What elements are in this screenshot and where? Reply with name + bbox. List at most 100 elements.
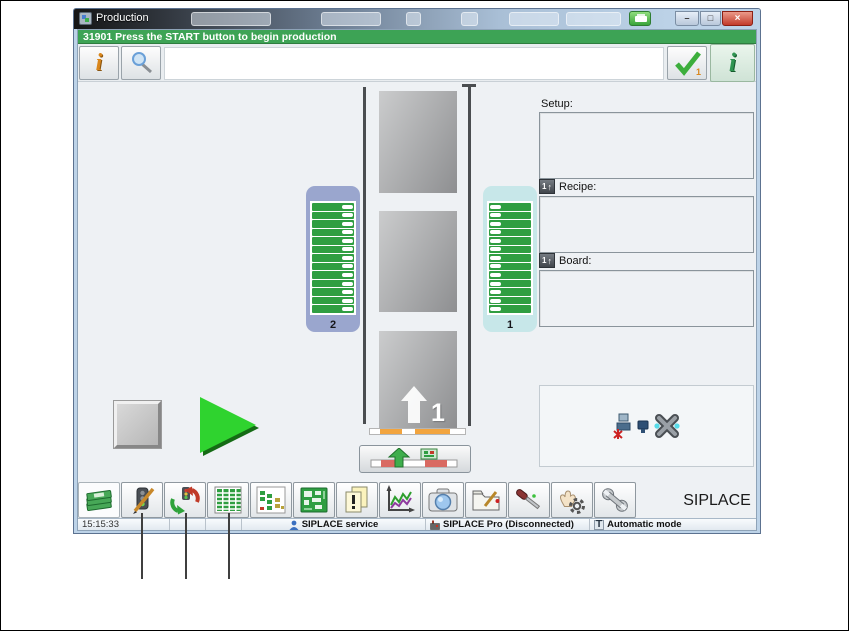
- statistics-icon: [386, 485, 415, 513]
- confirm-button[interactable]: 1: [667, 46, 707, 80]
- titlebar-faded-control: [461, 12, 478, 26]
- window-body: 31901 Press the START button to begin pr…: [77, 29, 757, 531]
- camera-button[interactable]: [422, 482, 464, 518]
- feeder-slot: [489, 237, 531, 245]
- pcb-board-middle: [379, 211, 457, 312]
- feeder-slot: [312, 211, 354, 220]
- pcb-board-top: [379, 91, 457, 193]
- monitor-icon: [637, 420, 649, 433]
- transport-button[interactable]: [359, 445, 471, 473]
- screwdriver-button[interactable]: [508, 482, 550, 518]
- top-toolbar: i 1 i: [78, 44, 756, 82]
- help-info-icon: i: [728, 48, 737, 77]
- component-status-icon: [256, 486, 286, 514]
- window-title: Production: [96, 12, 149, 24]
- feeder-slot: [312, 228, 354, 237]
- feeder-slot: [312, 271, 354, 279]
- recipe-box: [539, 196, 754, 253]
- pcb-view-button[interactable]: [293, 482, 335, 518]
- tag-arrow: ↑: [547, 255, 552, 266]
- wrench-icon: [602, 488, 628, 512]
- feeder-slot: [312, 279, 354, 288]
- app-icon: [79, 12, 92, 25]
- feeder-slot-list: [487, 201, 533, 315]
- print-button[interactable]: [629, 11, 651, 26]
- titlebar-faded-control: [509, 12, 559, 26]
- feeder-slot: [312, 220, 354, 228]
- message-bar: 31901 Press the START button to begin pr…: [78, 30, 756, 44]
- boards-stack-button[interactable]: [78, 482, 120, 518]
- status-empty-cell: [170, 519, 206, 530]
- feeder-slot: [489, 245, 531, 254]
- transport-direction-marker: 1: [401, 386, 445, 426]
- statistics-button[interactable]: [379, 482, 421, 518]
- boards-stack-icon: [86, 489, 112, 512]
- info-button[interactable]: i: [79, 46, 119, 80]
- feeder-slot: [489, 203, 531, 211]
- component-status-button[interactable]: [250, 482, 292, 518]
- conveyor-rail-cap: [462, 84, 476, 87]
- traffic-light-edit-icon: [133, 487, 155, 514]
- mode-label: Automatic mode: [607, 519, 682, 530]
- feeder-slot: [312, 262, 354, 271]
- feeder-slot: [312, 254, 354, 262]
- folder-edit-icon: [472, 490, 500, 511]
- status-time: 15:15:33: [78, 519, 170, 530]
- feeder-slot: [489, 279, 531, 288]
- messages-button[interactable]: [336, 482, 378, 518]
- status-bar: 15:15:33 SIPLACE service SIPLACE Pro (Di…: [78, 518, 756, 530]
- feeder-slot: [489, 288, 531, 296]
- up-arrow-icon: [401, 386, 427, 423]
- stop-button[interactable]: [113, 400, 162, 449]
- hand-gear-icon: [560, 490, 585, 514]
- info-icon: i: [95, 49, 103, 76]
- bank-label: 1: [506, 319, 514, 331]
- status-empty-cell: [206, 519, 242, 530]
- start-button[interactable]: [200, 397, 256, 453]
- feeder-slot: [312, 237, 354, 245]
- message-strip: [164, 47, 664, 80]
- camera-icon: [428, 488, 458, 512]
- cross-gear-icon: [654, 414, 680, 438]
- user-icon: [289, 520, 299, 530]
- status-mode: T Automatic mode: [590, 519, 756, 530]
- pcb-board-bottom: 1: [379, 331, 457, 428]
- feeder-table-icon: [214, 486, 242, 514]
- feeder-bank-1[interactable]: 1: [483, 186, 537, 332]
- transport-icon: [370, 448, 458, 468]
- titlebar-faded-control: [566, 12, 621, 26]
- folder-edit-button[interactable]: [465, 482, 507, 518]
- status-service: SIPLACE service: [242, 519, 426, 530]
- status-connection: SIPLACE Pro (Disconnected): [426, 519, 590, 530]
- setup-label: Setup:: [541, 98, 573, 110]
- maximize-button[interactable]: □: [700, 11, 721, 26]
- pcb-view-icon: [300, 487, 328, 513]
- titlebar-faded-control: [321, 12, 381, 26]
- help-button[interactable]: i: [710, 44, 755, 82]
- callout-line-1: [141, 513, 143, 579]
- feeder-slot: [489, 262, 531, 271]
- machine-icon: [430, 520, 440, 530]
- feeder-slot: [489, 271, 531, 279]
- traffic-light-refresh-icon: [170, 486, 200, 515]
- tag-arrow: ↑: [547, 181, 552, 192]
- feeder-slot: [312, 203, 354, 211]
- manual-operations-button[interactable]: [551, 482, 593, 518]
- wrench-button[interactable]: [594, 482, 636, 518]
- inspect-button[interactable]: [121, 46, 161, 80]
- screenshot-canvas: Production – □ × 31901 Press the START b…: [0, 0, 849, 631]
- minimize-button[interactable]: –: [675, 11, 699, 26]
- window-titlebar[interactable]: Production – □ ×: [74, 9, 760, 29]
- setup-box: [539, 112, 754, 179]
- bank-label: 2: [329, 319, 337, 331]
- feeder-slot: [489, 211, 531, 220]
- mode-icon: T: [594, 519, 605, 530]
- service-label: SIPLACE service: [301, 519, 379, 530]
- feeder-bank-2[interactable]: 2: [306, 186, 360, 332]
- feeder-slot: [312, 245, 354, 254]
- close-button[interactable]: ×: [722, 11, 753, 26]
- feeder-slot: [489, 220, 531, 228]
- feeder-slot: [312, 305, 354, 313]
- callout-line-2: [185, 513, 187, 579]
- feeder-slot: [312, 288, 354, 296]
